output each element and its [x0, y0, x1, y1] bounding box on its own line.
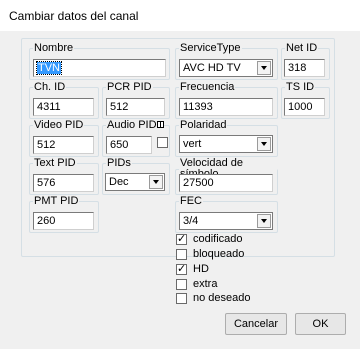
audio-select-icon[interactable] — [157, 121, 164, 128]
cancel-button[interactable]: Cancelar — [225, 313, 287, 335]
nombre-value: TVN — [36, 61, 62, 75]
checkbox-bloqueado-box[interactable] — [176, 248, 187, 260]
audiopid-input[interactable]: 650 — [106, 136, 152, 154]
polaridad-label: Polaridad — [180, 119, 227, 131]
checkbox-hd-box[interactable] — [176, 262, 187, 275]
checkbox-bloqueado-label: bloqueado — [193, 248, 245, 261]
checkbox-extra-box[interactable] — [176, 278, 187, 290]
netid-label: Net ID — [286, 42, 318, 54]
checkbox-extra-label: extra — [193, 278, 218, 291]
chid-input[interactable]: 4311 — [33, 98, 94, 116]
frecuencia-label: Frecuencia — [180, 81, 235, 93]
checkbox-hd[interactable]: HD — [176, 262, 209, 276]
pmtpid-value: 260 — [37, 215, 56, 227]
videopid-input[interactable]: 512 — [33, 136, 94, 154]
nombre-label: Nombre — [34, 42, 74, 54]
textpid-value: 576 — [37, 177, 56, 189]
pids-select[interactable]: Dec — [105, 173, 165, 191]
fec-value: 3/4 — [183, 215, 199, 227]
servicetype-label: ServiceType — [180, 42, 241, 54]
pcrpid-value: 512 — [110, 101, 129, 113]
tsid-value: 1000 — [288, 101, 313, 113]
dialog-content: Nombre TVN ServiceType AVC HD TV Net ID … — [0, 31, 360, 349]
velocidad-value: 27500 — [183, 177, 214, 189]
frecuencia-input[interactable]: 11393 — [179, 98, 273, 116]
tsid-label: TS ID — [286, 81, 315, 93]
pmtpid-input[interactable]: 260 — [33, 212, 94, 230]
chevron-down-icon[interactable] — [149, 175, 163, 189]
tsid-input[interactable]: 1000 — [284, 98, 325, 116]
servicetype-value: AVC HD TV — [183, 62, 241, 74]
videopid-value: 512 — [37, 139, 56, 151]
checkbox-codificado[interactable]: codificado — [176, 232, 243, 246]
checkbox-extra[interactable]: extra — [176, 278, 217, 291]
chevron-down-icon[interactable] — [257, 137, 271, 151]
checkbox-no-deseado[interactable]: no deseado — [176, 292, 251, 305]
checkbox-codificado-label: codificado — [193, 233, 243, 246]
pcrpid-label: PCR PID — [107, 81, 152, 93]
window-title: Cambiar datos del canal — [9, 9, 139, 23]
netid-input[interactable]: 318 — [284, 59, 325, 77]
velocidad-input[interactable]: 27500 — [179, 174, 273, 192]
checkbox-codificado-box[interactable] — [176, 232, 187, 245]
polaridad-value: vert — [183, 138, 202, 150]
audiopid-value: 650 — [110, 139, 129, 151]
chid-label: Ch. ID — [34, 81, 66, 93]
ok-button[interactable]: OK — [295, 313, 346, 335]
title-bar[interactable]: Cambiar datos del canal — [0, 0, 360, 32]
fec-label: FEC — [180, 195, 202, 207]
chevron-down-icon[interactable] — [257, 61, 271, 75]
checkbox-no-deseado-box[interactable] — [176, 292, 187, 304]
checkbox-no-deseado-label: no deseado — [193, 292, 251, 305]
videopid-label: Video PID — [34, 119, 84, 131]
nombre-input[interactable]: TVN — [33, 59, 166, 77]
chid-value: 4311 — [37, 101, 61, 113]
textpid-input[interactable]: 576 — [33, 174, 94, 192]
audio-pid-checkbox[interactable] — [157, 137, 168, 148]
checkbox-bloqueado[interactable]: bloqueado — [176, 248, 244, 261]
pids-value: Dec — [109, 176, 129, 188]
pids-label: PIDs — [107, 157, 131, 169]
pcrpid-input[interactable]: 512 — [106, 98, 165, 116]
netid-value: 318 — [288, 62, 307, 74]
audiopid-label: Audio PID — [107, 119, 157, 131]
servicetype-select[interactable]: AVC HD TV — [179, 59, 273, 77]
polaridad-select[interactable]: vert — [179, 135, 273, 153]
frecuencia-value: 11393 — [183, 101, 213, 113]
checkbox-hd-label: HD — [193, 263, 209, 276]
edit-channel-dialog: Cambiar datos del canal Nombre TVN Servi… — [0, 0, 360, 349]
fec-select[interactable]: 3/4 — [179, 212, 273, 230]
chevron-down-icon[interactable] — [257, 214, 271, 228]
pmtpid-label: PMT PID — [34, 195, 79, 207]
textpid-label: Text PID — [34, 157, 76, 169]
